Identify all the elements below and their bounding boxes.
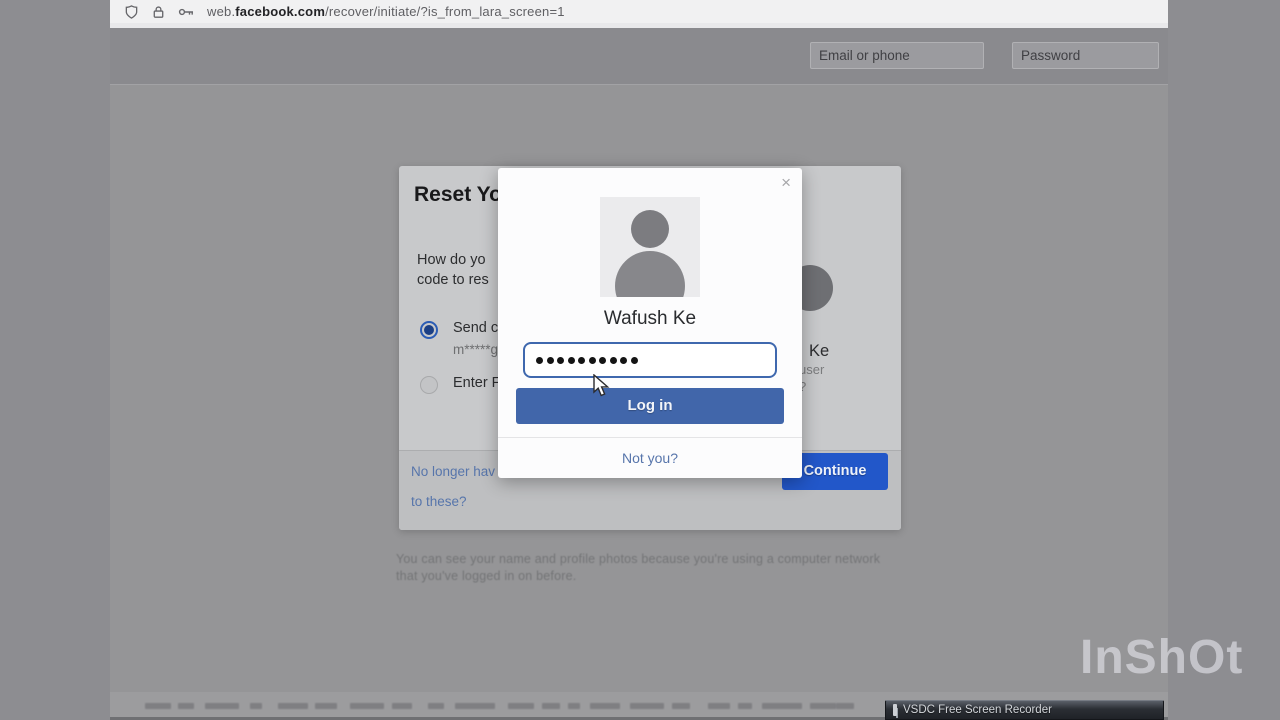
close-icon[interactable]: × (781, 174, 791, 191)
masked-email-text: m*****g (453, 342, 499, 357)
account-name-fragment: Ke (809, 342, 830, 360)
password-dot (567, 356, 575, 364)
vsdc-icon (893, 704, 897, 716)
header-email-input[interactable]: Email or phone (810, 42, 984, 69)
footer-link-smudge (428, 703, 444, 709)
password-dot (588, 356, 596, 364)
footer-link-smudge (630, 703, 664, 709)
password-dot (578, 356, 585, 364)
shield-icon[interactable] (124, 4, 139, 20)
password-dot (557, 356, 564, 364)
footer-link-smudge (590, 703, 620, 709)
option-enter-password-label: Enter F (453, 375, 501, 391)
footer-link-smudge (278, 703, 308, 709)
login-modal: × Wafush Ke Log in Not you? (498, 168, 802, 478)
footer-link-smudge (762, 703, 802, 709)
footer-link-smudge (350, 703, 384, 709)
key-icon[interactable] (178, 4, 195, 20)
network-explanation-note: You can see your name and profile photos… (396, 551, 894, 585)
modal-divider (498, 437, 802, 438)
no-longer-access-link[interactable]: No longer hav (411, 464, 495, 479)
screen: web.facebook.com/recover/initiate/?is_fr… (0, 0, 1280, 720)
dialog-title: Reset Yo (414, 183, 502, 206)
password-dot (620, 356, 627, 364)
radio-enter-password[interactable] (420, 376, 438, 394)
mouse-cursor (593, 373, 613, 403)
lock-icon[interactable] (151, 4, 166, 20)
footer-link-smudge (542, 703, 560, 709)
dialog-question-line1: How do yo (417, 252, 486, 268)
profile-avatar (600, 197, 700, 297)
footer-link-smudge (205, 703, 239, 709)
account-sub-fragment: user (799, 362, 825, 377)
footer-link-smudge (145, 703, 171, 709)
inshot-watermark: InShOt (1080, 631, 1244, 684)
password-dot (609, 356, 617, 364)
radio-send-code-selected[interactable] (420, 321, 438, 339)
login-button[interactable]: Log in (516, 388, 784, 424)
vsdc-taskbar-button[interactable]: VSDC Free Screen Recorder (885, 700, 1164, 720)
footer-link-smudge (392, 703, 412, 709)
password-dot (536, 356, 543, 364)
footer-link-smudge (455, 703, 495, 709)
header-password-input[interactable]: Password (1012, 42, 1159, 69)
url-text[interactable]: web.facebook.com/recover/initiate/?is_fr… (207, 4, 565, 19)
footer-link-smudge (568, 703, 580, 709)
footer-link-smudge (738, 703, 752, 709)
vsdc-label: VSDC Free Screen Recorder (903, 704, 1052, 716)
note-line2: that you've logged in on before. (396, 569, 577, 583)
address-bar[interactable]: web.facebook.com/recover/initiate/?is_fr… (110, 0, 1168, 23)
not-you-link[interactable]: Not you? (498, 450, 802, 466)
note-line1: You can see your name and profile photos… (396, 552, 881, 566)
password-dots (536, 356, 638, 364)
avatar-torso (615, 251, 685, 297)
password-dot (546, 356, 554, 364)
option-send-code-label: Send c (453, 320, 499, 336)
footer-link-smudge (810, 703, 836, 709)
facebook-header: Email or phone Password (110, 28, 1168, 85)
footer-link-smudge (508, 703, 534, 709)
footer-link-smudge (836, 703, 854, 709)
footer-link-smudge (315, 703, 337, 709)
radio-dot (424, 325, 434, 335)
no-longer-access-link-line2[interactable]: to these? (411, 494, 467, 509)
password-input[interactable] (523, 342, 777, 378)
footer-link-smudge (178, 703, 194, 709)
password-dot (630, 356, 638, 364)
password-dot (599, 356, 606, 364)
footer-link-smudge (672, 703, 690, 709)
profile-name: Wafush Ke (603, 308, 697, 329)
avatar-head (631, 210, 669, 248)
dialog-question-line2: code to res (417, 272, 489, 288)
footer-link-smudge (250, 703, 262, 709)
footer-link-smudge (708, 703, 730, 709)
